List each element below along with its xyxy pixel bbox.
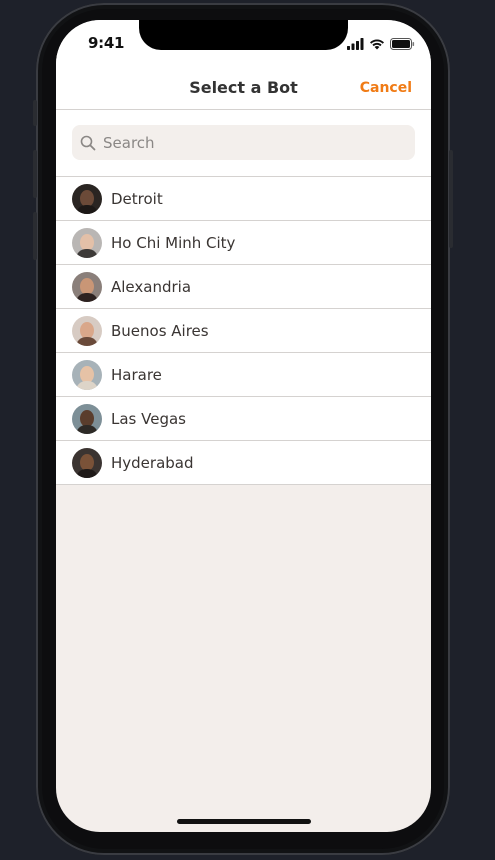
wifi-icon [369,35,385,54]
bot-name: Las Vegas [111,409,186,428]
bot-name: Ho Chi Minh City [111,233,236,252]
bot-list-item[interactable]: Harare [56,353,431,397]
search-bar [56,110,431,177]
cancel-button[interactable]: Cancel [360,80,412,96]
bot-list-item[interactable]: Alexandria [56,265,431,309]
bot-list-item[interactable]: Ho Chi Minh City [56,221,431,265]
bot-list-item[interactable]: Buenos Aires [56,309,431,353]
search-icon [80,135,96,151]
bot-name: Detroit [111,189,163,208]
volume-down-button [33,212,37,260]
battery-icon [390,35,415,54]
bot-list-item[interactable]: Hyderabad [56,441,431,485]
search-input[interactable] [101,132,405,153]
power-button [449,150,453,248]
bot-name: Buenos Aires [111,321,209,340]
bot-list-item[interactable]: Las Vegas [56,397,431,441]
status-time: 9:41 [88,34,125,52]
notch [139,20,348,50]
avatar [72,271,102,302]
bot-list-item[interactable]: Detroit [56,177,431,221]
avatar [72,227,102,258]
bot-name: Harare [111,365,162,384]
phone-screen: 9:41 Select a Bot Cancel Search Detroit … [56,20,431,832]
bot-list: Detroit Ho Chi Minh City Alexandria Buen… [56,177,431,485]
nav-bar: Select a Bot Cancel [56,64,431,110]
search-box[interactable] [72,125,415,160]
status-icons [347,35,415,54]
bot-name: Alexandria [111,277,192,296]
avatar [72,403,102,434]
volume-up-button [33,150,37,198]
home-indicator [177,819,311,824]
bot-name: Hyderabad [111,453,194,472]
signal-icon [347,35,364,54]
silent-switch [33,100,37,126]
avatar [72,315,102,346]
avatar [72,359,102,390]
avatar [72,447,102,478]
avatar [72,183,102,214]
